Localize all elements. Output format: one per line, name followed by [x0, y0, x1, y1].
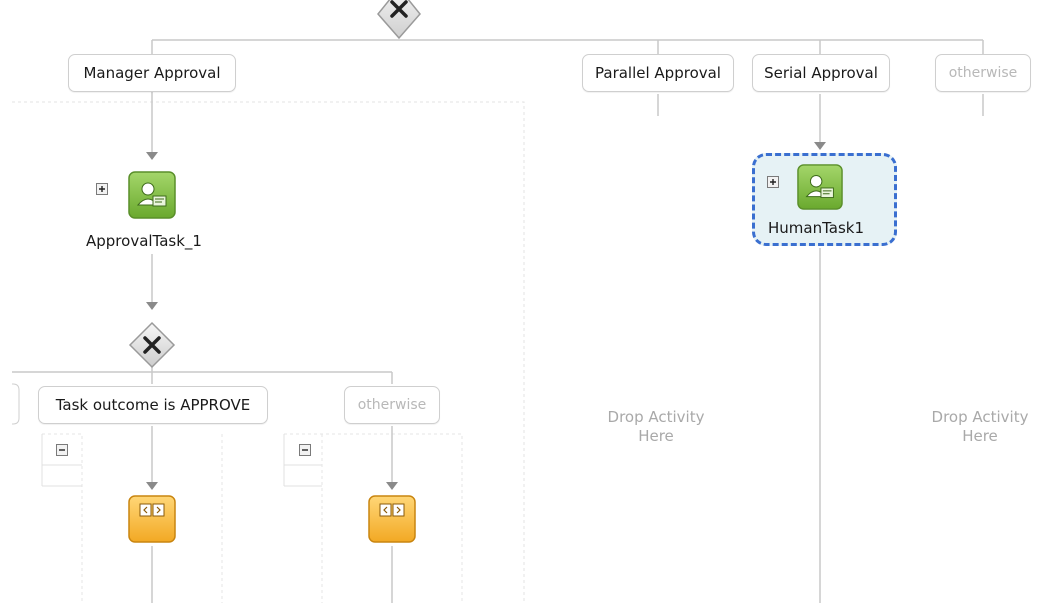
otherwise-arrow — [386, 482, 398, 490]
case-label-task-outcome-approve[interactable]: Task outcome is APPROVE — [38, 386, 268, 424]
approve-arrow — [146, 482, 158, 490]
collapse-minus-icon[interactable] — [56, 444, 68, 456]
drop-activity-placeholder[interactable]: Drop Activity Here — [586, 408, 726, 446]
switch-gateway-icon[interactable] — [376, 0, 422, 40]
serial-arrow — [814, 142, 826, 150]
assign-activity-icon[interactable] — [368, 495, 416, 543]
expand-plus-icon[interactable] — [96, 183, 108, 195]
collapse-minus-icon[interactable] — [299, 444, 311, 456]
drop-activity-placeholder[interactable]: Drop Activity Here — [910, 408, 1043, 446]
human-task-icon[interactable] — [797, 164, 843, 210]
case-label-serial-approval[interactable]: Serial Approval — [752, 54, 890, 92]
case-label-inner-otherwise[interactable]: otherwise — [344, 386, 440, 424]
task-label-approvaltask: ApprovalTask_1 — [86, 232, 202, 250]
switch-gateway-icon[interactable] — [128, 321, 176, 369]
inner-region-approve — [42, 433, 83, 603]
case-label-manager-approval[interactable]: Manager Approval — [68, 54, 236, 92]
manager-arrow-1 — [146, 152, 158, 160]
expand-plus-icon[interactable] — [767, 176, 779, 188]
case-label-otherwise[interactable]: otherwise — [935, 54, 1031, 92]
human-task-icon[interactable] — [128, 171, 176, 219]
partial-case-label — [12, 383, 20, 425]
manager-branch-region — [12, 101, 525, 603]
case-label-parallel-approval[interactable]: Parallel Approval — [582, 54, 734, 92]
task-label-humantask1: HumanTask1 — [768, 219, 865, 237]
manager-arrow-2 — [146, 302, 158, 310]
assign-activity-icon[interactable] — [128, 495, 176, 543]
